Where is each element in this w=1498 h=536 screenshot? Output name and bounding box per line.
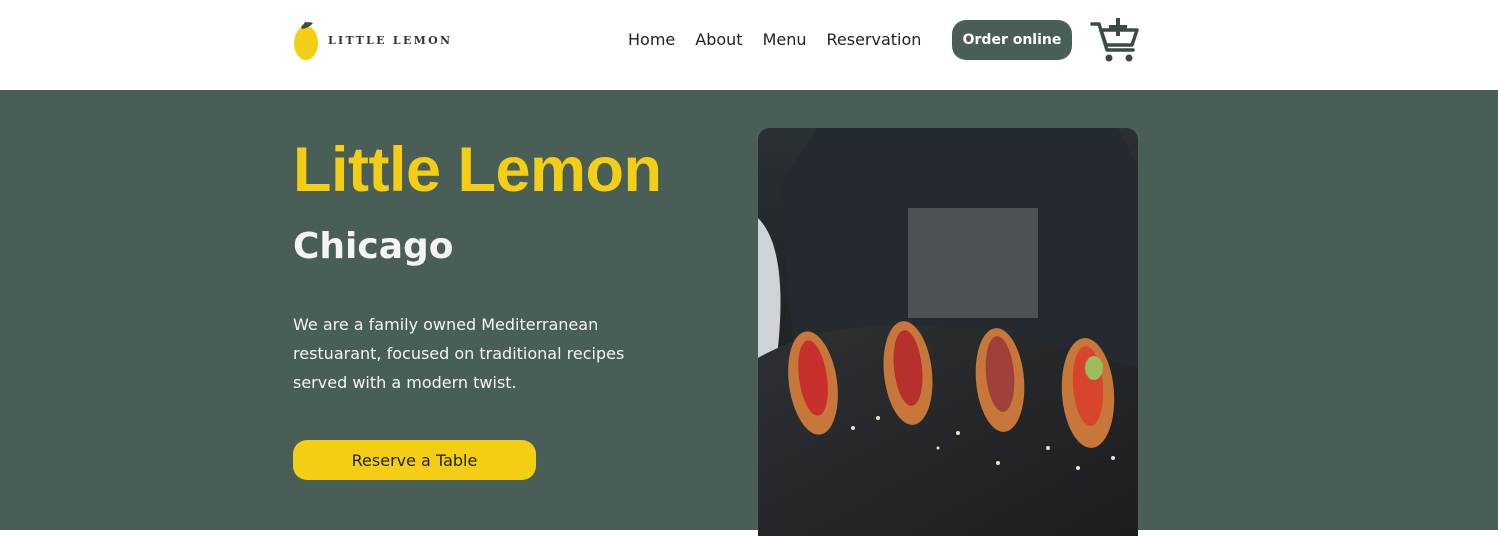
nav-menu[interactable]: Menu [763, 29, 807, 51]
nav-about[interactable]: About [695, 29, 742, 51]
order-online-button[interactable]: Order online [952, 20, 1072, 60]
hero-section: Little Lemon Chicago We are a family own… [0, 90, 1498, 530]
nav-reservation[interactable]: Reservation [827, 29, 922, 51]
hero-description: We are a family owned Mediterranean rest… [293, 315, 625, 392]
hero-food-image [758, 128, 1138, 536]
logo[interactable]: LITTLE LEMON [293, 19, 452, 61]
hero-city: Chicago [293, 226, 454, 267]
nav-home[interactable]: Home [628, 29, 675, 51]
cart-plus-icon[interactable] [1090, 16, 1140, 66]
appetizers-photo [758, 128, 1138, 536]
lemon-logo-icon [294, 21, 318, 60]
top-navbar: LITTLE LEMON Home About Menu Reservation… [0, 0, 1498, 90]
reserve-table-button[interactable]: Reserve a Table [293, 440, 536, 480]
main-nav: Home About Menu Reservation [628, 29, 941, 51]
logo-wordmark: LITTLE LEMON [328, 33, 453, 47]
hero-title: Little Lemon [293, 135, 662, 205]
